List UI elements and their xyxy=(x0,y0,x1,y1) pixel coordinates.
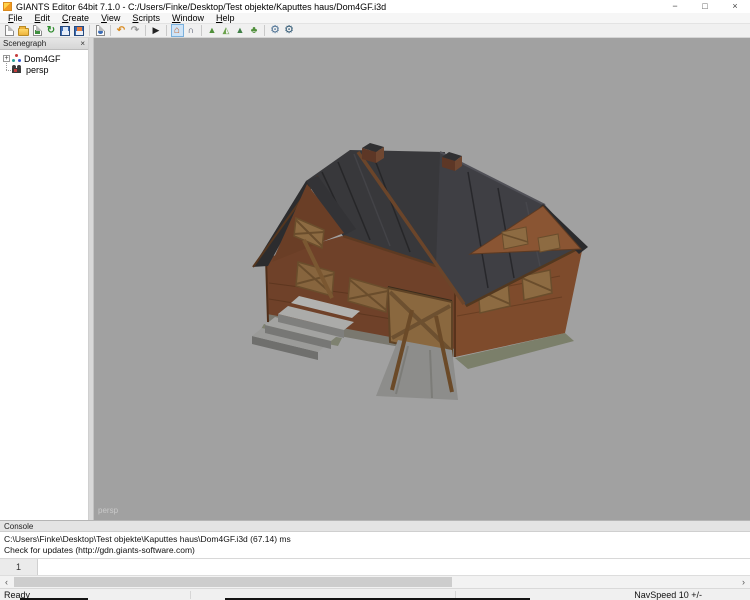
menu-file[interactable]: File xyxy=(2,13,29,24)
tree-item-persp[interactable]: persp xyxy=(3,64,88,75)
toolbar-separator xyxy=(166,25,167,36)
magnet-icon: ∩ xyxy=(188,25,195,36)
export-button[interactable] xyxy=(73,24,86,37)
status-navspeed: NavSpeed 10 +/- xyxy=(634,590,702,600)
tree-item-dom4gf[interactable]: + Dom4GF xyxy=(3,53,88,64)
console-header[interactable]: Console xyxy=(0,521,750,532)
interactive-placement-button[interactable]: ⚙ xyxy=(269,24,282,37)
console-title: Console xyxy=(4,522,33,531)
open-file-button[interactable] xyxy=(17,24,30,37)
menu-window[interactable]: Window xyxy=(166,13,210,24)
menu-scripts[interactable]: Scripts xyxy=(126,13,166,24)
menu-bar: File Edit Create View Scripts Window Hel… xyxy=(0,13,750,24)
toolbar-separator xyxy=(89,25,90,36)
export-icon xyxy=(74,26,84,36)
tree-item-label: Dom4GF xyxy=(24,54,61,64)
console-line: C:\Users\Finke\Desktop\Test objekte\Kapu… xyxy=(4,534,750,545)
house-icon: ⌂ xyxy=(174,25,180,36)
redo-button[interactable]: ↷ xyxy=(129,24,142,37)
scenegraph-title: Scenegraph xyxy=(3,39,46,48)
status-divider xyxy=(190,591,191,599)
close-button[interactable]: × xyxy=(720,0,750,13)
viewport-3d-model-house[interactable] xyxy=(94,38,750,520)
camera-icon xyxy=(12,65,23,74)
maximize-button[interactable]: □ xyxy=(690,0,720,13)
toggle-snap-button[interactable]: ∩ xyxy=(185,24,198,37)
viewport-3d[interactable]: persp xyxy=(94,38,750,520)
play-button[interactable]: ▶ xyxy=(150,24,163,37)
scenegraph-tree: + Dom4GF persp xyxy=(0,50,88,75)
scrollbar-thumb[interactable] xyxy=(14,577,452,587)
toolbar-separator xyxy=(201,25,202,36)
viewport-camera-label: persp xyxy=(98,506,118,515)
toggle-local-world-button[interactable]: ⌂ xyxy=(171,24,184,37)
preferences-button[interactable]: ⚙ xyxy=(283,24,296,37)
terrain-sculpt-icon: ▲ xyxy=(208,25,217,36)
reload-button[interactable]: ↻ xyxy=(45,24,58,37)
toolbar-separator xyxy=(145,25,146,36)
menu-help[interactable]: Help xyxy=(210,13,241,24)
scenegraph-panel: Scenegraph × + Dom4GF persp xyxy=(0,38,89,520)
horizontal-scrollbar[interactable]: ‹ › xyxy=(0,575,750,588)
screenshot-button[interactable] xyxy=(94,24,107,37)
menu-edit[interactable]: Edit xyxy=(29,13,57,24)
redo-icon: ↷ xyxy=(131,25,139,36)
terrain-paint-button[interactable]: ▲ xyxy=(234,24,247,37)
foliage-icon: ♣ xyxy=(251,25,258,36)
terrain-paint-icon: ▲ xyxy=(236,25,245,36)
terrain-sculpt-button[interactable]: ▲ xyxy=(206,24,219,37)
toolbar-separator xyxy=(110,25,111,36)
scroll-left-arrow-icon[interactable]: ‹ xyxy=(0,576,13,588)
gear-icon: ⚙ xyxy=(270,25,280,36)
script-input-row: 1 xyxy=(0,558,750,575)
menu-view[interactable]: View xyxy=(95,13,126,24)
save-icon xyxy=(60,26,70,36)
undo-icon: ↶ xyxy=(117,25,125,36)
reload-icon: ↻ xyxy=(47,25,55,36)
toolbar-separator xyxy=(264,25,265,36)
new-file-button[interactable] xyxy=(3,24,16,37)
app-logo-icon xyxy=(3,2,12,11)
import-button[interactable] xyxy=(31,24,44,37)
terrain-smooth-icon: ◭ xyxy=(223,25,230,36)
scenegraph-header[interactable]: Scenegraph × xyxy=(0,38,88,50)
window-title: GIANTS Editor 64bit 7.1.0 - C:/Users/Fin… xyxy=(16,2,386,12)
scroll-right-arrow-icon[interactable]: › xyxy=(737,576,750,588)
new-file-icon xyxy=(5,25,14,36)
menu-create[interactable]: Create xyxy=(56,13,95,24)
transform-group-icon xyxy=(12,54,21,63)
console-output[interactable]: C:\Users\Finke\Desktop\Test objekte\Kapu… xyxy=(0,532,750,559)
title-bar: GIANTS Editor 64bit 7.1.0 - C:/Users/Fin… xyxy=(0,0,750,13)
tree-item-label: persp xyxy=(26,65,49,75)
console-line: Check for updates (http://gdn.giants-sof… xyxy=(4,545,750,556)
screenshot-icon xyxy=(96,25,105,36)
terrain-smooth-button[interactable]: ◭ xyxy=(220,24,233,37)
tree-branch-line xyxy=(3,64,12,75)
console-panel: Console C:\Users\Finke\Desktop\Test obje… xyxy=(0,520,750,558)
gear-icon: ⚙ xyxy=(284,25,294,36)
minimize-button[interactable]: − xyxy=(660,0,690,13)
script-input[interactable] xyxy=(38,559,750,575)
undo-button[interactable]: ↶ xyxy=(115,24,128,37)
toolbar: ↻ ↶ ↷ ▶ ⌂ ∩ ▲ ◭ ▲ ♣ ⚙ ⚙ xyxy=(0,24,750,38)
panel-close-icon[interactable]: × xyxy=(80,39,85,49)
save-button[interactable] xyxy=(59,24,72,37)
terrain-foliage-button[interactable]: ♣ xyxy=(248,24,261,37)
line-number-gutter: 1 xyxy=(0,559,38,575)
open-folder-icon xyxy=(18,28,29,36)
play-icon: ▶ xyxy=(153,25,160,36)
import-icon xyxy=(33,25,42,36)
